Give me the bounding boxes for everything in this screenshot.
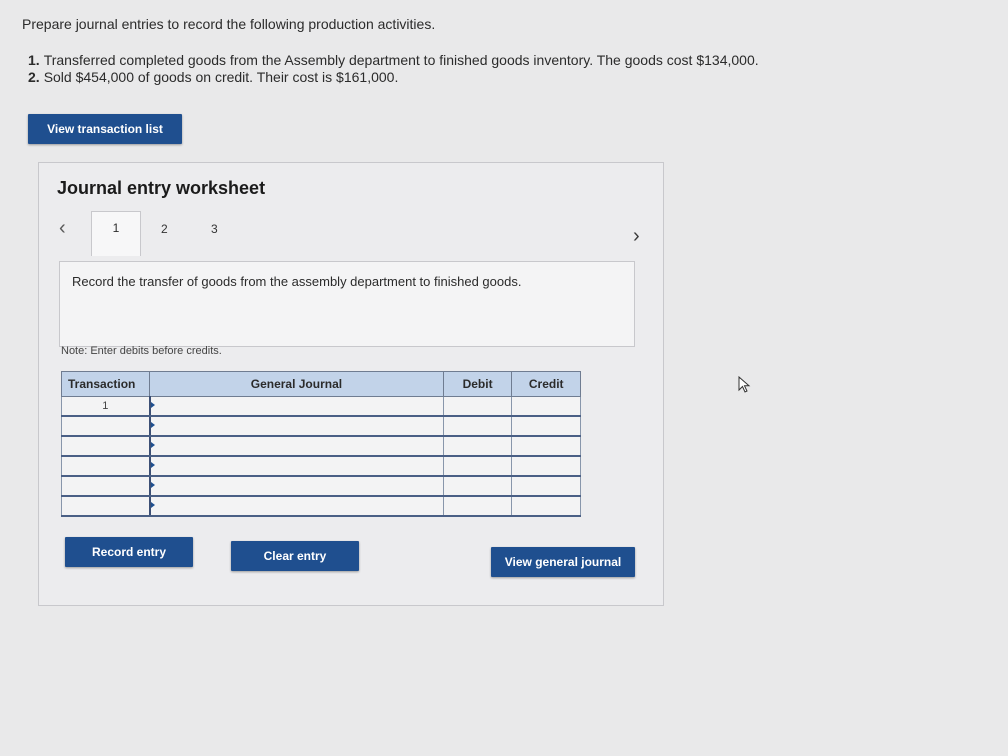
instruction-text: Record the transfer of goods from the as… <box>72 274 522 289</box>
transaction-cell <box>60 435 151 457</box>
entry-note: Note: Enter debits before credits. <box>61 345 222 357</box>
transaction-header: Transaction <box>60 371 151 397</box>
tab-3[interactable]: 3 <box>211 222 218 236</box>
mouse-pointer-icon <box>738 376 751 393</box>
journal-entry-worksheet: Journal entry worksheet ‹ 1 2 3 › Record… <box>38 162 664 606</box>
debit-input[interactable] <box>442 495 513 517</box>
debit-input[interactable] <box>442 475 513 497</box>
activities-list: 1. Transferred completed goods from the A… <box>28 52 759 86</box>
dropdown-caret-icon <box>150 442 155 448</box>
table-header-row: Transaction General Journal Debit Credit <box>60 371 581 397</box>
dropdown-caret-icon <box>150 402 155 408</box>
table-row <box>60 475 581 497</box>
dropdown-caret-icon <box>150 482 155 488</box>
account-select[interactable] <box>148 435 444 457</box>
instruction-box: Record the transfer of goods from the as… <box>59 261 635 347</box>
chevron-right-icon[interactable]: › <box>633 225 640 248</box>
debit-input[interactable] <box>442 455 513 477</box>
account-select[interactable] <box>148 455 444 477</box>
transaction-cell: 1 <box>60 396 151 417</box>
table-row <box>60 435 581 457</box>
debit-input[interactable] <box>442 435 513 457</box>
activity-item: 1. Transferred completed goods from the A… <box>28 52 759 69</box>
tab-1[interactable]: 1 <box>91 211 141 256</box>
transaction-cell <box>60 455 151 477</box>
transaction-cell <box>60 495 151 517</box>
table-row <box>60 495 581 517</box>
general-journal-header: General Journal <box>149 371 444 397</box>
tab-2[interactable]: 2 <box>161 222 168 236</box>
table-row: 1 <box>60 396 581 417</box>
activity-item: 2. Sold $454,000 of goods on credit. Thei… <box>28 69 759 86</box>
debit-header: Debit <box>442 371 513 397</box>
table-row <box>60 415 581 437</box>
account-select[interactable] <box>148 396 444 417</box>
view-transaction-list-button[interactable]: View transaction list <box>28 114 182 144</box>
clear-entry-button[interactable]: Clear entry <box>231 541 359 571</box>
dropdown-caret-icon <box>150 462 155 468</box>
credit-input[interactable] <box>511 435 581 457</box>
chevron-left-icon[interactable]: ‹ <box>59 217 66 240</box>
activity-number: 1. <box>28 52 40 68</box>
record-entry-button[interactable]: Record entry <box>65 537 193 567</box>
credit-input[interactable] <box>511 475 581 497</box>
transaction-cell <box>60 475 151 497</box>
activity-text: Sold $454,000 of goods on credit. Their … <box>43 69 399 85</box>
activity-text: Transferred completed goods from the Ass… <box>43 52 759 68</box>
account-select[interactable] <box>148 415 444 437</box>
debit-input[interactable] <box>442 415 513 437</box>
credit-input[interactable] <box>511 415 581 437</box>
view-general-journal-button[interactable]: View general journal <box>491 547 635 577</box>
account-select[interactable] <box>148 475 444 497</box>
account-select[interactable] <box>148 495 444 517</box>
credit-header: Credit <box>511 371 581 397</box>
table-row <box>60 455 581 477</box>
transaction-cell <box>60 415 151 437</box>
problem-prompt: Prepare journal entries to record the fo… <box>22 16 436 32</box>
debit-input[interactable] <box>442 396 513 417</box>
credit-input[interactable] <box>511 455 581 477</box>
credit-input[interactable] <box>511 396 581 417</box>
journal-table: Transaction General Journal Debit Credit… <box>60 371 581 517</box>
worksheet-title: Journal entry worksheet <box>57 178 266 198</box>
activity-number: 2. <box>28 69 40 85</box>
dropdown-caret-icon <box>150 502 155 508</box>
credit-input[interactable] <box>511 495 581 517</box>
dropdown-caret-icon <box>150 422 155 428</box>
